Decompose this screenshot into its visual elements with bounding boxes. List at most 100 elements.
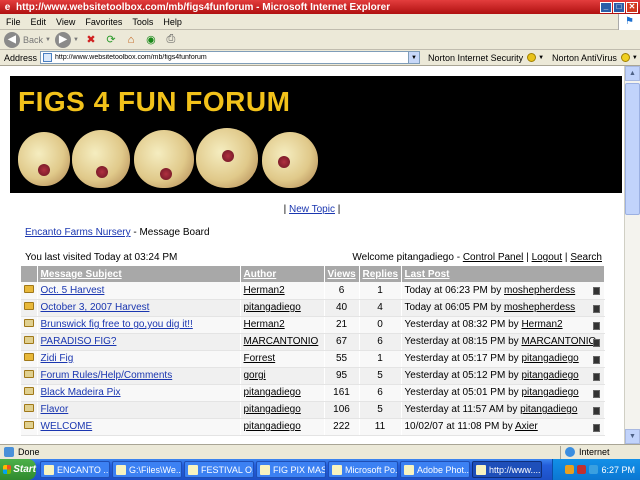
menu-favorites[interactable]: Favorites [85,17,122,27]
vertical-scrollbar[interactable]: ▲ ▼ [624,66,640,444]
topic-last-post-cell: Yesterday at 11:57 AM by pitangadiego [401,401,605,419]
header-last-post[interactable]: Last Post [401,266,605,282]
last-post-icon[interactable] [593,287,600,295]
last-post-author-link[interactable]: pitangadiego [521,353,578,364]
last-post-icon[interactable] [593,389,600,398]
last-post-author-link[interactable]: pitangadiego [520,404,577,415]
topic-author-link[interactable]: pitangadiego [244,302,301,313]
media-icon[interactable]: ◉ [143,32,159,48]
last-post-author-link[interactable]: Herman2 [521,319,562,330]
header-replies[interactable]: Replies [359,266,402,282]
menu-view[interactable]: View [56,17,75,27]
taskbar-item[interactable]: FESTIVAL O... [184,461,254,478]
new-topic-link[interactable]: New Topic [289,204,335,215]
address-input[interactable]: http://www.websitetoolbox.com/mb/figs4fu… [40,51,421,64]
taskbar-item[interactable]: G:\Files\We... [112,461,182,478]
header-author[interactable]: Author [240,266,325,282]
topic-author-link[interactable]: MARCANTONIO [244,336,319,347]
minimize-icon[interactable]: _ [600,1,612,13]
taskbar-item-label: FESTIVAL O... [201,464,254,475]
last-post-author-link[interactable]: moshepherdess [504,302,575,313]
address-dropdown-icon[interactable]: ▼ [408,52,420,63]
tray-icon[interactable] [577,465,587,474]
topic-author-link[interactable]: pitangadiego [244,387,301,398]
window-titlebar[interactable]: e http://www.websitetoolbox.com/mb/figs4… [0,0,640,14]
logout-link[interactable]: Logout [532,252,563,263]
maximize-icon[interactable]: □ [613,1,625,13]
close-icon[interactable]: ✕ [626,1,638,13]
refresh-icon[interactable]: ⟳ [103,32,119,48]
menu-file[interactable]: File [6,17,21,27]
topic-last-post-cell: Today at 06:23 PM by moshepherdess [401,282,605,300]
topic-views: 67 [324,333,360,351]
taskbar-item[interactable]: FIG PIX MAS... [256,461,326,478]
clock[interactable]: 6:27 PM [601,465,635,475]
stop-icon[interactable]: ✖ [83,32,99,48]
last-post-author-link[interactable]: MARCANTONIO [521,336,596,347]
last-post-author-link[interactable]: pitangadiego [521,387,578,398]
topic-replies: 6 [359,333,402,351]
print-icon[interactable]: ⎙ [163,32,179,48]
breadcrumb-nursery-link[interactable]: Encanto Farms Nursery [25,227,131,238]
forward-dropdown-icon[interactable]: ▼ [73,37,79,43]
fig-image [18,132,70,186]
topic-author-link[interactable]: gorgi [244,370,266,381]
folder-icon [24,370,34,378]
tray-icon[interactable] [565,465,575,474]
start-button[interactable]: Start [0,459,36,480]
last-post-author-link[interactable]: pitangadiego [521,370,578,381]
topic-author-link[interactable]: pitangadiego [244,404,301,415]
topic-subject-link[interactable]: Oct. 5 Harvest [41,285,105,296]
menu-tools[interactable]: Tools [132,17,153,27]
topic-subject-link[interactable]: Zidi Fig [41,353,74,364]
last-post-icon[interactable] [593,304,600,313]
scroll-up-icon[interactable]: ▲ [625,66,640,81]
home-icon[interactable]: ⌂ [123,32,139,48]
topic-subject-link[interactable]: October 3, 2007 Harvest [41,302,150,313]
header-views[interactable]: Views [324,266,360,282]
topic-author-link[interactable]: Forrest [244,353,276,364]
topic-subject-link[interactable]: PARADISO FIG? [41,336,117,347]
scroll-thumb[interactable] [625,83,640,215]
topic-subject-link[interactable]: WELCOME [41,421,93,432]
menu-help[interactable]: Help [163,17,182,27]
topic-subject-link[interactable]: Flavor [41,404,69,415]
header-subject[interactable]: Message Subject [37,266,241,282]
ie-logo-icon: e [4,1,11,13]
back-dropdown-icon[interactable]: ▼ [45,37,51,43]
scroll-down-icon[interactable]: ▼ [625,429,640,444]
topic-author-cell: pitangadiego [240,418,325,436]
tray-icon[interactable] [589,465,599,474]
last-post-icon[interactable] [593,355,600,364]
norton-security-dropdown-icon[interactable]: ▼ [538,55,544,61]
last-post-icon[interactable] [593,372,600,381]
topic-subject-link[interactable]: Brunswick fig free to go,you dig it!! [41,319,193,330]
norton-security-button[interactable]: Norton Internet Security ▼ [428,53,544,63]
topic-subject-link[interactable]: Forum Rules/Help/Comments [41,370,173,381]
taskbar-item[interactable]: http://www.... [472,461,542,478]
topic-last-post-cell: Yesterday at 08:15 PM by MARCANTONIO [401,333,605,351]
forward-button[interactable]: ▶ ▼ [54,31,79,48]
back-button[interactable]: ◀ Back ▼ [4,31,51,48]
topic-author-link[interactable]: Herman2 [244,319,285,330]
control-panel-link[interactable]: Control Panel [463,252,524,263]
taskbar-item[interactable]: Adobe Phot... [400,461,470,478]
topic-author-link[interactable]: Herman2 [244,285,285,296]
topic-subject-cell: Black Madeira Pix [37,384,241,402]
norton-antivirus-button[interactable]: Norton AntiVirus ▼ [552,53,638,63]
last-post-author-link[interactable]: Axier [515,421,538,432]
menu-edit[interactable]: Edit [31,17,47,27]
norton-antivirus-dropdown-icon[interactable]: ▼ [632,55,638,61]
search-link[interactable]: Search [570,252,602,263]
topic-author-link[interactable]: pitangadiego [244,421,301,432]
last-post-icon[interactable] [593,338,600,347]
last-post-author-link[interactable]: moshepherdess [504,285,575,296]
taskbar-item[interactable]: Microsoft Po... [328,461,398,478]
last-post-icon[interactable] [593,423,600,432]
address-value[interactable]: http://www.websitetoolbox.com/mb/figs4fu… [55,54,408,61]
last-post-icon[interactable] [593,321,600,330]
task-list: ENCANTO ... G:\Files\We... FESTIVAL O... FI… [40,461,544,478]
taskbar-item[interactable]: ENCANTO ... [40,461,110,478]
last-post-icon[interactable] [593,406,600,415]
topic-subject-link[interactable]: Black Madeira Pix [41,387,121,398]
